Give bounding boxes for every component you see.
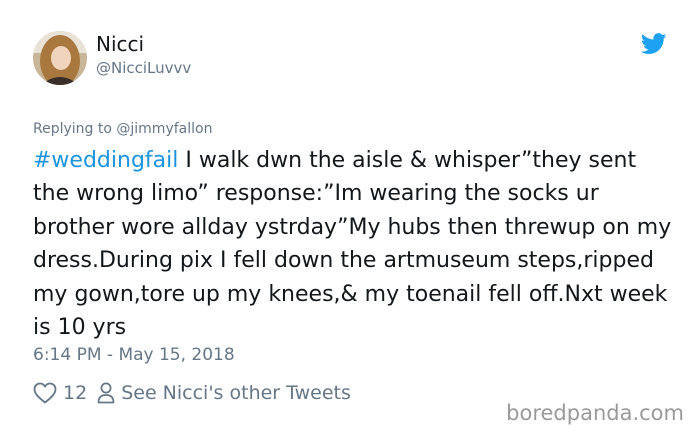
- replying-to: Replying to @jimmyfallon: [33, 120, 212, 138]
- tweet-card: Nicci @NicciLuvvv Replying to @jimmyfall…: [0, 0, 700, 436]
- reply-mention-link[interactable]: @jimmyfallon: [116, 121, 212, 137]
- hashtag-link[interactable]: #weddingfail: [33, 148, 178, 173]
- replying-to-label: Replying to: [33, 121, 117, 137]
- tweet-timestamp[interactable]: 6:14 PM - May 15, 2018: [33, 344, 235, 366]
- tweet-text: #weddingfail I walk dwn the aisle & whis…: [33, 144, 673, 344]
- tweet-body: I walk dwn the aisle & whisper”they sent…: [33, 148, 672, 341]
- user-handle[interactable]: @NicciLuvvv: [96, 59, 191, 77]
- watermark: boredpanda.com: [506, 401, 684, 425]
- avatar[interactable]: [33, 31, 87, 85]
- heart-icon[interactable]: [33, 382, 57, 404]
- likes-count: 12: [63, 382, 88, 404]
- see-other-tweets-link[interactable]: See Nicci's other Tweets: [121, 382, 351, 404]
- person-icon[interactable]: [97, 382, 115, 404]
- tweet-actions: 12 See Nicci's other Tweets: [33, 380, 351, 406]
- display-name[interactable]: Nicci: [96, 32, 144, 56]
- avatar-image: [33, 31, 87, 85]
- twitter-bird-icon[interactable]: [640, 33, 667, 55]
